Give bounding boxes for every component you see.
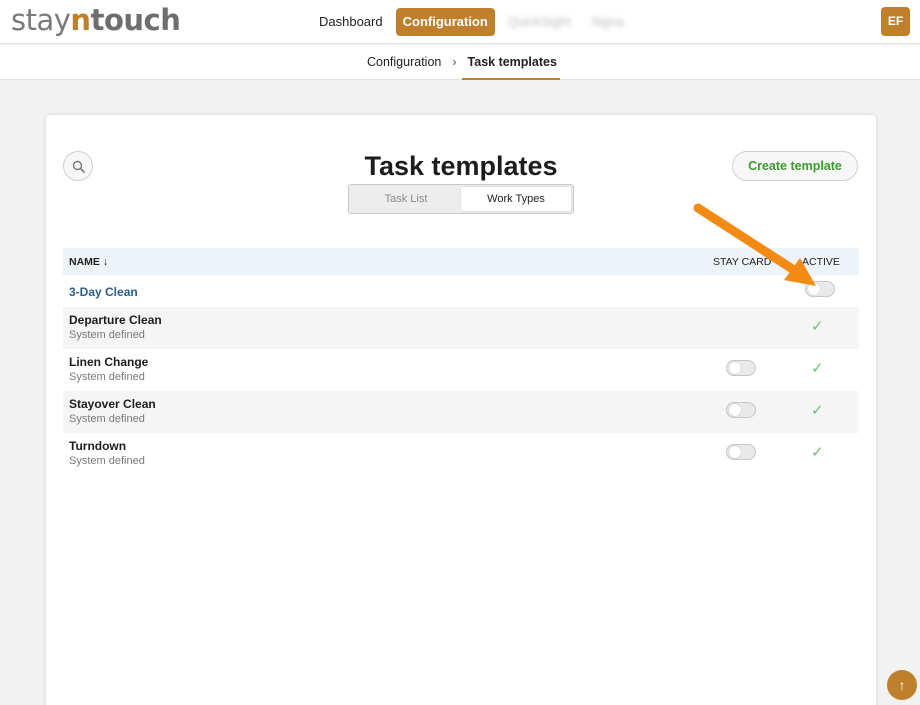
active-check-icon: ✓ bbox=[811, 444, 824, 461]
view-segmented-control: Task List Work Types bbox=[348, 184, 574, 214]
scroll-to-top-button[interactable]: ↑ bbox=[887, 670, 917, 700]
table-row[interactable]: Stayover Clean System defined ✓ bbox=[63, 391, 859, 433]
logo-text-touch: touch bbox=[90, 3, 181, 37]
table-row[interactable]: Linen Change System defined ✓ bbox=[63, 349, 859, 391]
segment-work-types[interactable]: Work Types bbox=[461, 187, 571, 211]
create-template-button[interactable]: Create template bbox=[732, 151, 858, 181]
segment-task-list[interactable]: Task List bbox=[351, 187, 461, 211]
nav-item-signa[interactable]: Signa bbox=[584, 8, 631, 36]
top-nav-bar: stayntouch Dashboard Configuration Quick… bbox=[0, 0, 920, 44]
active-check-icon: ✓ bbox=[811, 402, 824, 419]
main-nav: Dashboard Configuration QuickSight Signa bbox=[312, 8, 631, 36]
row-subtitle: System defined bbox=[69, 413, 145, 425]
arrow-up-icon: ↑ bbox=[898, 677, 906, 693]
table-row[interactable]: Turndown System defined ✓ bbox=[63, 433, 859, 475]
breadcrumb-configuration[interactable]: Configuration bbox=[367, 55, 441, 69]
breadcrumb: Configuration › Task templates bbox=[367, 55, 557, 69]
annotation-arrow-icon bbox=[693, 203, 816, 286]
column-header-name[interactable]: NAME ↓ bbox=[69, 256, 108, 268]
row-name: Departure Clean bbox=[69, 313, 162, 327]
table-row[interactable]: Departure Clean System defined ✓ bbox=[63, 307, 859, 349]
breadcrumb-current: Task templates bbox=[467, 55, 557, 69]
row-subtitle: System defined bbox=[69, 371, 145, 383]
stay-card-toggle[interactable] bbox=[726, 402, 756, 418]
nav-item-configuration[interactable]: Configuration bbox=[395, 8, 495, 36]
row-subtitle: System defined bbox=[69, 329, 145, 341]
row-name: Stayover Clean bbox=[69, 397, 156, 411]
breadcrumb-bar: Configuration › Task templates bbox=[0, 45, 920, 80]
stay-card-toggle[interactable] bbox=[726, 360, 756, 376]
row-name: Linen Change bbox=[69, 355, 149, 369]
row-name-link[interactable]: 3-Day Clean bbox=[69, 285, 138, 299]
logo-text-stay: stay bbox=[11, 3, 71, 37]
breadcrumb-separator: › bbox=[452, 55, 457, 69]
active-check-icon: ✓ bbox=[811, 360, 824, 377]
user-avatar[interactable]: EF bbox=[881, 7, 910, 36]
row-subtitle: System defined bbox=[69, 455, 145, 467]
nav-item-dashboard[interactable]: Dashboard bbox=[312, 8, 390, 36]
stay-card-toggle[interactable] bbox=[726, 444, 756, 460]
stayntouch-logo[interactable]: stayntouch bbox=[11, 3, 181, 37]
active-check-icon: ✓ bbox=[811, 318, 824, 335]
row-name: Turndown bbox=[69, 439, 127, 453]
breadcrumb-active-underline bbox=[462, 78, 560, 80]
logo-text-n: n bbox=[70, 3, 91, 37]
nav-item-quicksight[interactable]: QuickSight bbox=[501, 8, 578, 36]
